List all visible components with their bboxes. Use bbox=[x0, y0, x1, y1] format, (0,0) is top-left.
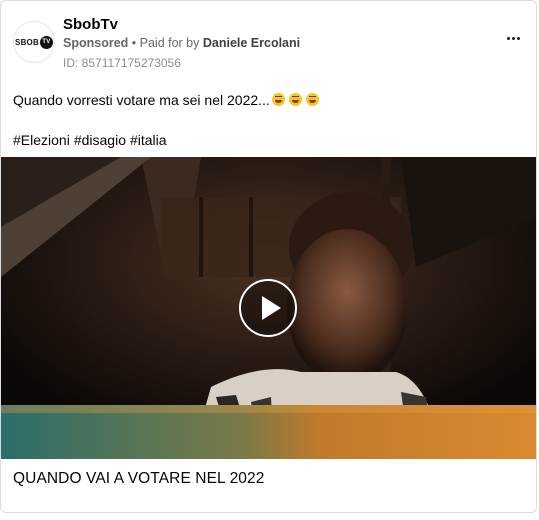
post-header: SBOB TV SbobTv Sponsored • Paid for by Da… bbox=[13, 15, 528, 71]
advertiser-name: Daniele Ercolani bbox=[202, 36, 301, 50]
ad-id: ID: 857117175273056 bbox=[63, 56, 181, 70]
hashtag-link[interactable]: #italia bbox=[130, 132, 167, 148]
grinning-sweat-emoji-icon bbox=[305, 93, 319, 106]
hashtag-link[interactable]: #disagio bbox=[74, 132, 126, 148]
caption-text: Quando vorresti votare ma sei nel 2022..… bbox=[13, 92, 270, 108]
hashtags: #Elezioni #disagio #italia bbox=[13, 132, 171, 148]
grinning-sweat-emoji-icon bbox=[288, 93, 302, 106]
ad-card: SBOB TV SbobTv Sponsored • Paid for by Da… bbox=[0, 0, 537, 513]
avatar-logo-badge: TV bbox=[39, 35, 53, 49]
paid-for-prefix: Paid for by bbox=[139, 36, 203, 50]
more-horizontal-icon-dot bbox=[511, 36, 515, 40]
video-player[interactable] bbox=[1, 157, 536, 459]
more-options-button[interactable] bbox=[502, 29, 524, 47]
link-title[interactable]: QUANDO VAI A VOTARE NEL 2022 bbox=[13, 470, 264, 488]
sponsored-line: Sponsored • Paid for by Daniele Ercolani bbox=[63, 36, 300, 50]
hashtag-link[interactable]: #Elezioni bbox=[13, 132, 70, 148]
page-name[interactable]: SbobTv bbox=[63, 16, 118, 33]
meta-separator: • bbox=[128, 36, 140, 50]
more-horizontal-icon-dot bbox=[516, 36, 520, 40]
post-caption: Quando vorresti votare ma sei nel 2022..… bbox=[13, 92, 319, 108]
sponsored-label: Sponsored bbox=[63, 36, 129, 50]
avatar-logo: SBOB TV bbox=[15, 35, 53, 49]
avatar-logo-text: SBOB bbox=[15, 37, 39, 47]
more-horizontal-icon bbox=[506, 36, 510, 40]
grinning-sweat-emoji-icon bbox=[271, 93, 285, 106]
play-icon[interactable] bbox=[239, 279, 297, 337]
avatar[interactable]: SBOB TV bbox=[13, 21, 55, 63]
